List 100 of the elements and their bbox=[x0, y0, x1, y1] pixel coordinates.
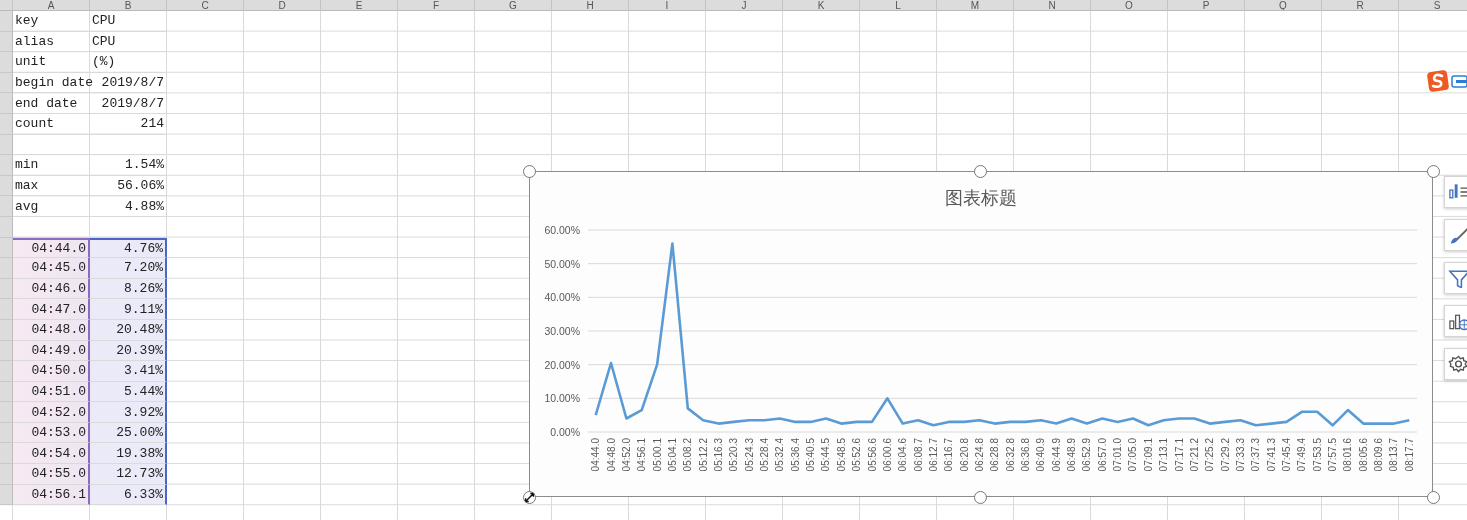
table-cell[interactable]: max bbox=[13, 175, 90, 197]
table-cell[interactable]: 04:46.0 bbox=[13, 278, 90, 300]
row-header[interactable] bbox=[0, 381, 13, 403]
table-cell[interactable]: key bbox=[13, 11, 90, 32]
column-header[interactable]: O bbox=[1091, 0, 1168, 11]
table-cell[interactable]: 04:47.0 bbox=[13, 299, 90, 320]
row-header[interactable] bbox=[0, 319, 13, 341]
settings-button[interactable] bbox=[1444, 348, 1467, 380]
column-header[interactable]: Q bbox=[1245, 0, 1322, 11]
table-cell[interactable]: 6.33% bbox=[90, 484, 167, 506]
row-header[interactable] bbox=[0, 402, 13, 423]
x-axis-label: 08:05.6 bbox=[1357, 437, 1369, 471]
table-cell[interactable]: 4.76% bbox=[90, 237, 167, 259]
table-cell[interactable]: 19.38% bbox=[90, 443, 167, 465]
table-cell[interactable]: 56.06% bbox=[90, 175, 167, 197]
table-cell[interactable]: 04:49.0 bbox=[13, 340, 90, 362]
row-header[interactable] bbox=[0, 175, 13, 197]
column-header[interactable]: L bbox=[860, 0, 937, 11]
table-cell[interactable]: 4.88% bbox=[90, 196, 167, 217]
row-header[interactable] bbox=[0, 134, 13, 156]
table-cell[interactable]: avg bbox=[13, 196, 90, 217]
row-header[interactable] bbox=[0, 258, 13, 279]
row-header[interactable] bbox=[0, 72, 13, 94]
table-cell[interactable]: 214 bbox=[90, 113, 167, 135]
table-cell[interactable]: 04:48.0 bbox=[13, 319, 90, 341]
table-cell[interactable]: 04:52.0 bbox=[13, 402, 90, 423]
resize-handle[interactable] bbox=[522, 164, 536, 178]
row-header[interactable] bbox=[0, 216, 13, 238]
row-header[interactable] bbox=[0, 11, 13, 32]
table-cell[interactable]: 3.41% bbox=[90, 361, 167, 382]
column-header[interactable]: D bbox=[244, 0, 321, 11]
column-header[interactable]: M bbox=[937, 0, 1014, 11]
table-cell[interactable]: 25.00% bbox=[90, 422, 167, 444]
row-header[interactable] bbox=[0, 484, 13, 506]
table-cell[interactable]: CPU bbox=[90, 11, 167, 32]
column-header[interactable]: N bbox=[1014, 0, 1091, 11]
table-cell[interactable]: 04:55.0 bbox=[13, 464, 90, 485]
table-cell[interactable]: 04:51.0 bbox=[13, 381, 90, 403]
column-header[interactable]: I bbox=[629, 0, 706, 11]
table-cell[interactable]: 04:54.0 bbox=[13, 443, 90, 465]
filter-button[interactable] bbox=[1444, 262, 1467, 294]
row-header[interactable] bbox=[0, 299, 13, 320]
column-header[interactable]: B bbox=[90, 0, 167, 11]
table-cell[interactable]: alias bbox=[13, 31, 90, 53]
row-header[interactable] bbox=[0, 340, 13, 362]
row-header[interactable] bbox=[0, 93, 13, 114]
column-header[interactable]: C bbox=[167, 0, 244, 11]
table-cell[interactable]: 04:44.0 bbox=[13, 237, 90, 259]
row-header[interactable] bbox=[0, 155, 13, 176]
table-cell[interactable]: 04:56.1 bbox=[13, 484, 90, 506]
table-cell[interactable]: 04:53.0 bbox=[13, 422, 90, 444]
row-header[interactable] bbox=[0, 52, 13, 73]
column-header[interactable]: S bbox=[1399, 0, 1467, 11]
row-header[interactable] bbox=[0, 196, 13, 217]
table-cell[interactable]: 04:45.0 bbox=[13, 258, 90, 279]
column-header[interactable]: J bbox=[706, 0, 783, 11]
table-cell[interactable]: end date bbox=[13, 93, 90, 114]
table-cell[interactable]: CPU bbox=[90, 31, 167, 53]
column-header[interactable]: A bbox=[13, 0, 90, 11]
resize-handle[interactable] bbox=[522, 490, 536, 504]
online-button[interactable] bbox=[1444, 305, 1467, 337]
table-cell[interactable]: 20.39% bbox=[90, 340, 167, 362]
row-header[interactable] bbox=[0, 278, 13, 300]
column-header[interactable]: K bbox=[783, 0, 860, 11]
table-cell[interactable]: unit bbox=[13, 52, 90, 73]
column-header[interactable]: R bbox=[1322, 0, 1399, 11]
ime-logo-icon[interactable] bbox=[1427, 70, 1467, 92]
table-cell[interactable]: 20.48% bbox=[90, 319, 167, 341]
x-axis-label: 05:08.2 bbox=[681, 437, 693, 471]
table-cell[interactable]: 3.92% bbox=[90, 402, 167, 423]
table-cell[interactable]: 04:50.0 bbox=[13, 361, 90, 382]
table-cell[interactable]: count bbox=[13, 113, 90, 135]
resize-handle[interactable] bbox=[1426, 164, 1440, 178]
table-cell[interactable]: 7.20% bbox=[90, 258, 167, 279]
column-header[interactable]: E bbox=[321, 0, 398, 11]
row-header[interactable] bbox=[0, 464, 13, 485]
row-header[interactable] bbox=[0, 31, 13, 53]
column-header[interactable]: H bbox=[552, 0, 629, 11]
row-header[interactable] bbox=[0, 237, 13, 259]
style-button[interactable] bbox=[1444, 219, 1467, 251]
select-all-corner[interactable] bbox=[0, 0, 13, 11]
table-cell[interactable]: 2019/8/7 bbox=[90, 93, 167, 114]
table-cell[interactable]: 9.11% bbox=[90, 299, 167, 320]
row-header[interactable] bbox=[0, 443, 13, 465]
column-header[interactable]: P bbox=[1168, 0, 1245, 11]
elements-button[interactable] bbox=[1444, 176, 1467, 208]
y-axis-label: 20.00% bbox=[543, 358, 580, 371]
table-cell[interactable]: 5.44% bbox=[90, 381, 167, 403]
column-header[interactable]: F bbox=[398, 0, 475, 11]
row-header[interactable] bbox=[0, 361, 13, 382]
table-cell[interactable]: min bbox=[13, 155, 90, 176]
table-cell[interactable]: (%) bbox=[90, 52, 167, 73]
chart-title[interactable]: 图表标题 bbox=[944, 187, 1017, 208]
row-header[interactable] bbox=[0, 422, 13, 444]
column-header[interactable]: G bbox=[475, 0, 552, 11]
row-header[interactable] bbox=[0, 113, 13, 135]
table-cell[interactable]: 12.73% bbox=[90, 464, 167, 485]
table-cell[interactable]: 8.26% bbox=[90, 278, 167, 300]
table-cell[interactable]: begin date bbox=[13, 72, 90, 94]
table-cell[interactable]: 1.54% bbox=[90, 155, 167, 176]
